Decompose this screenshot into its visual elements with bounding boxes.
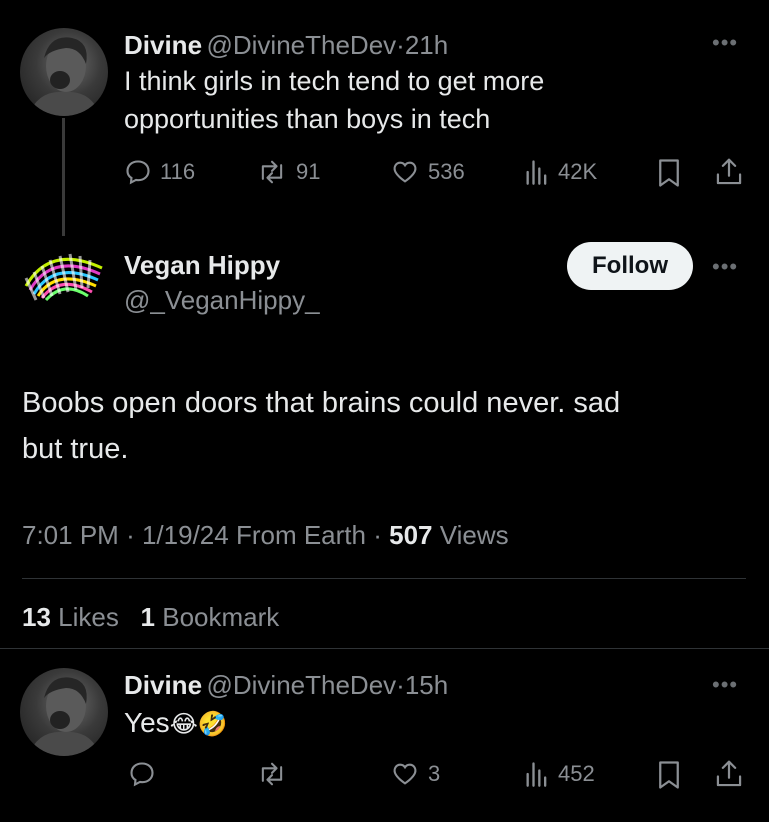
tweet-metadata: 7:01 PM · 1/19/24 From Earth · 507 Views [22, 520, 509, 550]
view-count: 452 [558, 761, 595, 786]
retweet-icon [261, 762, 283, 786]
reply-icon [126, 160, 150, 185]
tweet-text: Boobs open doors that brains could never… [22, 380, 620, 472]
likes-count: 13 [22, 602, 51, 632]
divider [22, 578, 746, 579]
timestamp[interactable]: 21h [405, 30, 448, 60]
bookmark-icon[interactable] [656, 158, 682, 193]
separator: · [396, 670, 405, 700]
tweet-time[interactable]: 7:01 PM [22, 520, 119, 550]
retweet-icon [261, 160, 283, 184]
more-icon[interactable]: ••• [712, 30, 738, 56]
tweet-text-line: opportunities than boys in tech [124, 104, 491, 134]
bookmarks-label: Bookmark [162, 602, 280, 632]
like-count: 536 [428, 159, 465, 184]
tweet-date[interactable]: 1/19/24 [142, 520, 229, 550]
tweet-text-line: Boobs open doors that brains could never… [22, 387, 621, 419]
like-button[interactable]: 3 [390, 760, 440, 788]
more-icon[interactable]: ••• [712, 254, 738, 280]
tweet-text: Yes😂🤣 [124, 704, 228, 744]
likes-stat[interactable]: 13 Likes [22, 602, 119, 632]
like-count: 3 [428, 761, 441, 786]
avatar[interactable] [20, 668, 108, 756]
like-icon [393, 161, 417, 183]
author-name[interactable]: Divine [124, 30, 202, 60]
tweet-source: From Earth [235, 520, 366, 550]
views-icon [526, 160, 547, 185]
reply-text: Yes [124, 707, 170, 738]
avatar[interactable] [20, 28, 108, 116]
bookmark-icon[interactable] [656, 760, 682, 795]
author-handle[interactable]: @_VeganHippy_ [124, 285, 320, 316]
likes-label: Likes [58, 602, 119, 632]
view-count: 42K [558, 159, 598, 184]
follow-button[interactable]: Follow [567, 242, 693, 290]
separator: · [396, 30, 405, 60]
emoji: 😂🤣 [169, 711, 228, 738]
timestamp[interactable]: 15h [405, 670, 448, 700]
bookmarks-count: 1 [140, 602, 155, 632]
views-count: 507 [389, 520, 433, 550]
retweet-count: 91 [296, 159, 321, 184]
reply-tweet-header: Divine @DivineTheDev·15h [124, 670, 448, 701]
avatar[interactable] [20, 238, 108, 326]
like-button[interactable]: 536 [390, 158, 465, 186]
views-label: Views [439, 520, 509, 550]
thread-line [62, 118, 65, 236]
reply-icon [130, 762, 154, 787]
views-button[interactable]: 452 [524, 760, 595, 788]
share-icon[interactable] [714, 758, 744, 795]
more-icon[interactable]: ••• [712, 672, 738, 698]
reply-button[interactable]: 116 [124, 158, 195, 186]
tweet-text-line: I think girls in tech tend to get more [124, 66, 545, 96]
share-icon[interactable] [714, 156, 744, 193]
reply-count: 116 [160, 159, 196, 184]
engagement-stats: 13 Likes 1 Bookmark [22, 602, 279, 633]
tweet-text-line: but true. [22, 433, 129, 465]
retweet-button[interactable] [256, 760, 288, 788]
views-button[interactable]: 42K [524, 158, 597, 186]
like-icon [393, 763, 417, 785]
parent-tweet-header: Divine @DivineTheDev·21h [124, 30, 448, 61]
views-icon [526, 762, 547, 787]
tweet-text: I think girls in tech tend to get more o… [124, 62, 544, 138]
main-tweet-author: Vegan Hippy @_VeganHippy_ [124, 250, 320, 316]
author-handle[interactable]: @DivineTheDev [206, 670, 396, 700]
bookmarks-stat[interactable]: 1 Bookmark [141, 602, 280, 632]
divider [0, 648, 769, 649]
author-name[interactable]: Vegan Hippy [124, 250, 320, 281]
retweet-button[interactable]: 91 [256, 158, 320, 186]
author-handle[interactable]: @DivineTheDev [206, 30, 396, 60]
author-name[interactable]: Divine [124, 670, 202, 700]
reply-button[interactable] [128, 760, 156, 788]
